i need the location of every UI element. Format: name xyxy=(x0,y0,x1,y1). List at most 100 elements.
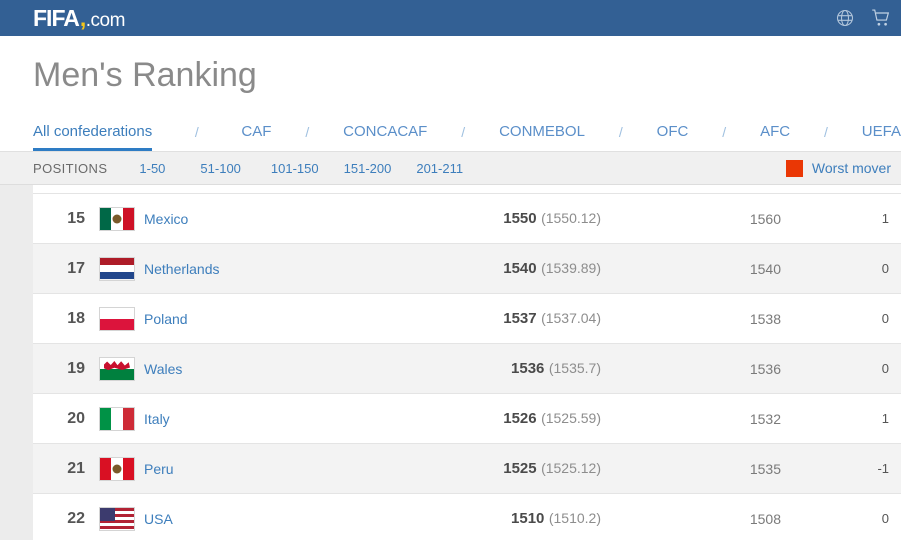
row-change: 1 xyxy=(881,411,889,426)
table-row[interactable]: 19 Wales 1536 (1535.7) 1536 0 xyxy=(33,344,901,394)
row-flag-cell xyxy=(99,406,144,431)
row-points-value: 1537 xyxy=(503,309,537,327)
worst-mover-swatch-icon xyxy=(785,159,803,177)
table-row[interactable]: 17 Netherlands 1540 (1539.89) 1540 0 xyxy=(33,244,901,294)
flag-poland-icon xyxy=(99,306,135,331)
tab-ofc[interactable]: OFC xyxy=(657,123,689,151)
row-rank: 18 xyxy=(67,309,85,327)
page-root: FIFA , .com Men's Ranking All confederat… xyxy=(0,0,901,540)
row-rank: 19 xyxy=(67,359,85,377)
tab-separator: / xyxy=(194,124,199,140)
row-points-exact: (1525.12) xyxy=(541,459,601,476)
row-flag-cell xyxy=(99,506,144,531)
flag-peru-icon xyxy=(99,456,135,481)
tab-caf[interactable]: CAF xyxy=(241,123,271,151)
positions-label: POSITIONS xyxy=(33,160,108,176)
row-points: 1540 (1539.89) xyxy=(301,260,601,278)
row-points-value: 1525 xyxy=(503,459,537,477)
page-title: Men's Ranking xyxy=(0,36,901,111)
flag-netherlands-icon xyxy=(99,256,135,281)
row-points: 1537 (1537.04) xyxy=(301,310,601,328)
row-points-exact: (1550.12) xyxy=(541,209,601,226)
row-points: 1510 (1510.2) xyxy=(301,510,601,528)
positions-bar: POSITIONS 1-50 51-100 101-150 151-200 20… xyxy=(0,151,901,185)
header-icons xyxy=(835,0,891,36)
positions-range-51-100[interactable]: 51-100 xyxy=(200,161,240,176)
row-team-name[interactable]: Wales xyxy=(144,361,301,377)
row-rank: 20 xyxy=(67,409,85,427)
row-previous-points: 1532 xyxy=(749,410,781,427)
row-points-value: 1550 xyxy=(503,209,537,227)
row-flag-cell xyxy=(99,356,144,381)
table-row[interactable]: 18 Poland 1537 (1537.04) 1538 0 xyxy=(33,294,901,344)
row-flag-cell xyxy=(99,456,144,481)
row-points: 1550 (1550.12) xyxy=(301,210,601,228)
positions-range-151-200[interactable]: 151-200 xyxy=(344,161,392,176)
row-previous-points: 1538 xyxy=(749,310,781,327)
tab-conmebol[interactable]: CONMEBOL xyxy=(499,123,585,151)
row-flag-cell xyxy=(99,306,144,331)
positions-range-101-150[interactable]: 101-150 xyxy=(271,161,319,176)
row-points-exact: (1537.04) xyxy=(541,309,601,326)
row-change: 1 xyxy=(881,211,889,226)
table-top-partial-row xyxy=(33,185,901,194)
row-team-name[interactable]: Netherlands xyxy=(144,261,301,277)
row-team-name[interactable]: Poland xyxy=(144,311,301,327)
row-flag-cell xyxy=(99,206,144,231)
flag-wales-icon xyxy=(99,356,135,381)
row-points-exact: (1535.7) xyxy=(548,359,601,376)
logo-fifa-text: FIFA xyxy=(33,4,80,31)
page-body: Men's Ranking All confederations / CAF /… xyxy=(0,36,901,540)
row-change: 0 xyxy=(881,261,889,276)
row-points: 1536 (1535.7) xyxy=(301,360,601,378)
table-row[interactable]: 15 Mexico 1550 (1550.12) 1560 1 xyxy=(33,194,901,244)
positions-range-201-211[interactable]: 201-211 xyxy=(416,161,463,176)
worst-mover-label[interactable]: Worst mover xyxy=(812,160,891,176)
row-change: 0 xyxy=(881,311,889,326)
tab-afc[interactable]: AFC xyxy=(760,123,790,151)
flag-mexico-icon xyxy=(99,206,135,231)
row-previous-points: 1560 xyxy=(749,210,781,227)
tab-all-confederations[interactable]: All confederations xyxy=(33,123,153,151)
row-points-value: 1510 xyxy=(511,509,545,527)
row-points-exact: (1525.59) xyxy=(541,409,601,426)
tab-separator: / xyxy=(823,124,828,140)
tab-separator: / xyxy=(722,124,727,140)
row-team-name[interactable]: Italy xyxy=(144,411,301,427)
row-team-name[interactable]: Peru xyxy=(144,461,301,477)
row-previous-points: 1540 xyxy=(749,260,781,277)
logo-com-text: .com xyxy=(85,9,126,31)
table-row[interactable]: 21 Peru 1525 (1525.12) 1535 -1 xyxy=(33,444,901,494)
row-points-value: 1536 xyxy=(511,359,545,377)
shopping-cart-icon[interactable] xyxy=(871,8,891,28)
row-rank: 17 xyxy=(67,259,85,277)
flag-usa-icon xyxy=(99,506,135,531)
globe-icon[interactable] xyxy=(835,8,855,28)
ranking-table-wrap: 15 Mexico 1550 (1550.12) 1560 1 17 Nethe… xyxy=(0,185,901,540)
row-points: 1525 (1525.12) xyxy=(301,460,601,478)
row-rank: 22 xyxy=(67,509,85,527)
row-points: 1526 (1525.59) xyxy=(301,410,601,428)
positions-range-1-50[interactable]: 1-50 xyxy=(139,161,165,176)
row-change: 0 xyxy=(881,361,889,376)
row-flag-cell xyxy=(99,256,144,281)
row-rank: 15 xyxy=(67,209,85,227)
row-points-value: 1540 xyxy=(503,259,537,277)
row-change: -1 xyxy=(877,461,889,476)
tab-concacaf[interactable]: CONCACAF xyxy=(343,123,427,151)
site-header: FIFA , .com xyxy=(0,0,901,36)
row-team-name[interactable]: Mexico xyxy=(144,211,301,227)
row-team-name[interactable]: USA xyxy=(144,511,301,527)
ranking-table: 15 Mexico 1550 (1550.12) 1560 1 17 Nethe… xyxy=(33,185,901,540)
tab-separator: / xyxy=(461,124,466,140)
tab-uefa[interactable]: UEFA xyxy=(862,123,901,151)
table-row[interactable]: 20 Italy 1526 (1525.59) 1532 1 xyxy=(33,394,901,444)
fifa-logo[interactable]: FIFA , .com xyxy=(33,5,125,32)
worst-mover-legend: Worst mover xyxy=(785,159,891,177)
row-previous-points: 1508 xyxy=(749,510,781,527)
tab-separator: / xyxy=(618,124,623,140)
row-previous-points: 1535 xyxy=(749,460,781,477)
row-points-value: 1526 xyxy=(503,409,537,427)
row-previous-points: 1536 xyxy=(749,360,781,377)
table-row[interactable]: 22 USA 1510 (1510.2) 1508 0 xyxy=(33,494,901,540)
